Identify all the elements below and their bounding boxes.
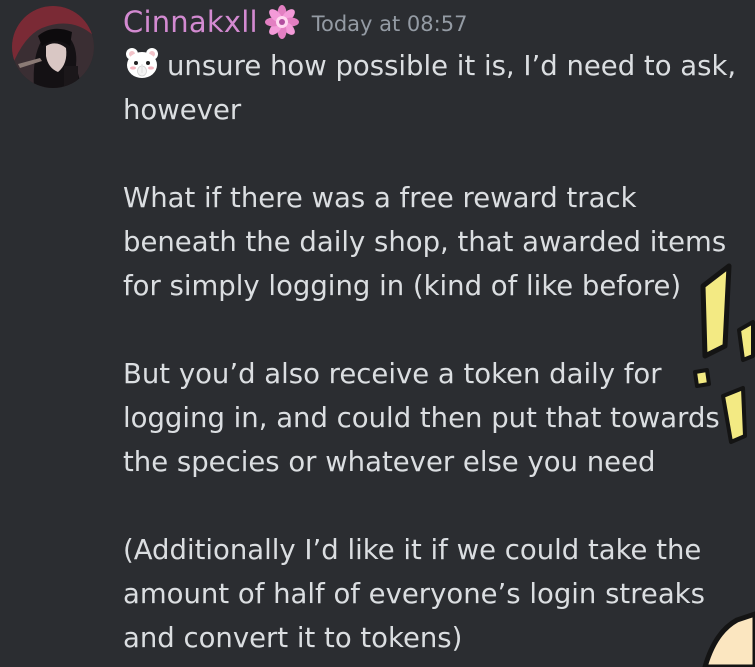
message-paragraph: What if there was a free reward track be… xyxy=(123,182,727,302)
chat-message: Cinnakxll Today at 08:57 unsure how poss… xyxy=(0,0,755,667)
message-first-line: unsure how possible it is, I’d need to a… xyxy=(123,50,737,126)
timestamp[interactable]: Today at 08:57 xyxy=(312,12,468,36)
flower-badge-icon[interactable] xyxy=(264,4,300,40)
message-paragraph: But you’d also receive a token daily for… xyxy=(123,358,720,478)
username[interactable]: Cinnakxll xyxy=(123,5,258,39)
message-header: Cinnakxll Today at 08:57 xyxy=(123,2,467,42)
user-avatar[interactable] xyxy=(12,6,94,88)
message-paragraph: unsure how possible it is, I’d need to a… xyxy=(123,44,748,132)
bear-shh-emoji-icon[interactable] xyxy=(123,46,161,80)
message-paragraph: (Additionally I’d like it if we could ta… xyxy=(123,534,705,654)
message-content: unsure how possible it is, I’d need to a… xyxy=(123,44,748,660)
